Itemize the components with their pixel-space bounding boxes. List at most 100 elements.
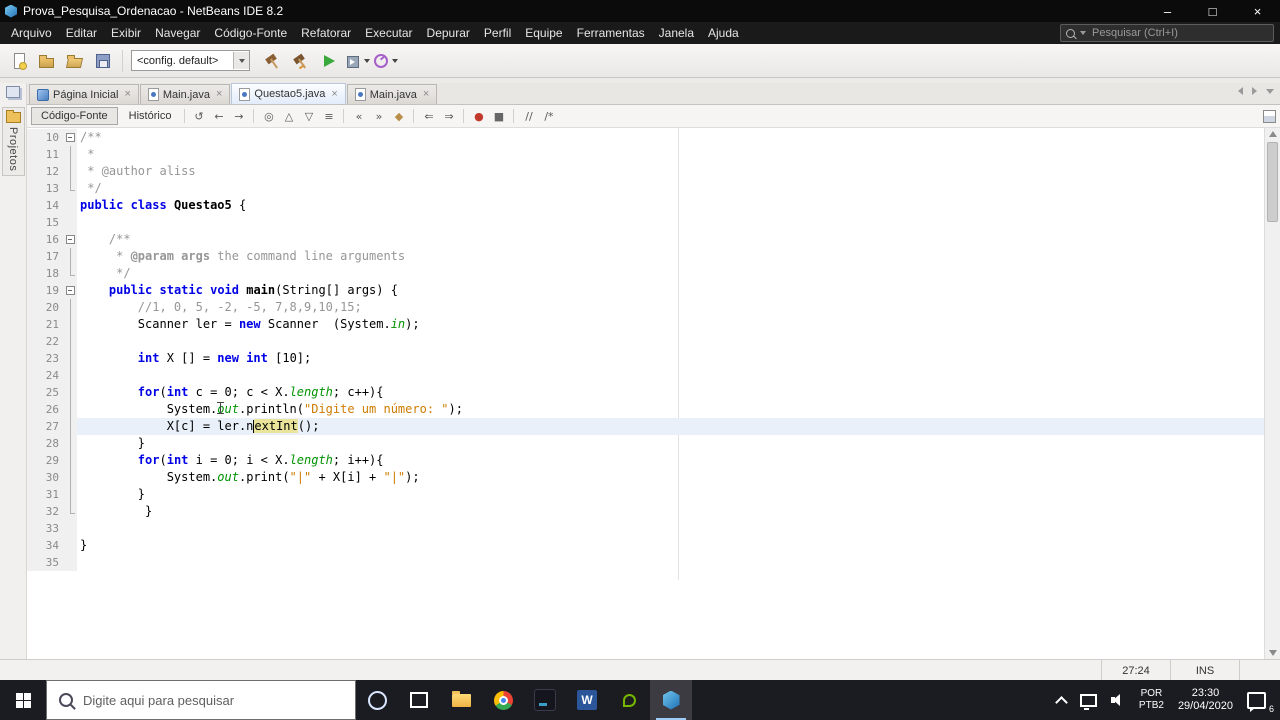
quick-search-input[interactable] <box>1090 26 1254 40</box>
tab-list-dropdown-icon[interactable] <box>1266 88 1274 94</box>
code-line-29[interactable]: 29 for(int i = 0; i < X.length; i++){ <box>27 452 1280 469</box>
maximize-button[interactable]: □ <box>1190 0 1235 22</box>
previous-bookmark-button[interactable]: « <box>349 108 368 124</box>
menu-navegar[interactable]: Navegar <box>148 24 207 42</box>
new-project-button[interactable] <box>34 48 60 74</box>
code-editor[interactable]: 10/** 11 * 12 * @author aliss 13 */14 public… <box>27 128 1280 659</box>
code-line-32[interactable]: 32 } <box>27 503 1280 520</box>
task-view-button[interactable] <box>398 680 440 720</box>
hidden-icons-button[interactable] <box>1050 680 1073 720</box>
tab-main-java[interactable]: Main.java × <box>346 84 438 104</box>
app-button-dark[interactable] <box>524 680 566 720</box>
search-dropdown-caret-icon[interactable] <box>1080 31 1086 35</box>
code-line-14[interactable]: 14 public class Questao5 { <box>27 197 1280 214</box>
find-next-button[interactable]: ▽ <box>299 108 318 124</box>
code-line-21[interactable]: 21 Scanner ler = new Scanner (System.in)… <box>27 316 1280 333</box>
menu-janela[interactable]: Janela <box>652 24 701 42</box>
code-line-20[interactable]: 20 //1, 0, 5, -2, -5, 7,8,9,10,15; <box>27 299 1280 316</box>
toggle-bookmark-button[interactable]: ◆ <box>389 108 408 124</box>
split-window-icon[interactable] <box>1263 109 1276 123</box>
config-combobox[interactable]: <config. default> <box>131 50 250 71</box>
taskbar-search-box[interactable] <box>46 680 356 720</box>
open-project-button[interactable] <box>62 48 88 74</box>
menu-refatorar[interactable]: Refatorar <box>294 24 358 42</box>
code-line-23[interactable]: 23 int X [] = new int [10]; <box>27 350 1280 367</box>
language-indicator[interactable]: POR PTB2 <box>1132 680 1171 720</box>
code-line-18[interactable]: 18 */ <box>27 265 1280 282</box>
stop-macro-recording-button[interactable]: ■ <box>489 108 508 124</box>
minimize-button[interactable]: – <box>1145 0 1190 22</box>
config-combobox-arrow-icon[interactable] <box>233 52 249 69</box>
tab-main-java[interactable]: Main.java × <box>139 84 231 104</box>
menu-exibir[interactable]: Exibir <box>104 24 148 42</box>
menu-executar[interactable]: Executar <box>358 24 419 42</box>
last-edit-position-button[interactable]: ↺ <box>189 108 208 124</box>
scrollbar-thumb[interactable] <box>1267 142 1278 222</box>
code-line-19[interactable]: 19 public static void main(String[] args… <box>27 282 1280 299</box>
code-line-11[interactable]: 11 * <box>27 146 1280 163</box>
word-button[interactable] <box>566 680 608 720</box>
code-line-22[interactable]: 22 <box>27 333 1280 350</box>
code-line-16[interactable]: 16 /** <box>27 231 1280 248</box>
menu-editar[interactable]: Editar <box>59 24 104 42</box>
code-line-13[interactable]: 13 */ <box>27 180 1280 197</box>
save-all-button[interactable] <box>90 48 116 74</box>
tab-p-gina-inicial[interactable]: Página Inicial × <box>29 84 139 104</box>
history-view-button[interactable]: Histórico <box>120 108 181 124</box>
menu-perfil[interactable]: Perfil <box>477 24 518 42</box>
fold-marker[interactable] <box>63 129 77 146</box>
menu-c-digo-fonte[interactable]: Código-Fonte <box>207 24 294 42</box>
cortana-button[interactable] <box>356 680 398 720</box>
quick-search-box[interactable] <box>1060 24 1274 42</box>
source-view-button[interactable]: Código-Fonte <box>31 107 118 125</box>
network-button[interactable] <box>1073 680 1104 720</box>
start-button[interactable] <box>0 680 46 720</box>
chrome-button[interactable] <box>482 680 524 720</box>
shift-line-right-button[interactable]: ⇒ <box>439 108 458 124</box>
tab-close-icon[interactable]: × <box>331 88 337 100</box>
forward-button[interactable]: → <box>229 108 248 124</box>
debug-project-button[interactable] <box>344 48 370 74</box>
back-button[interactable]: ← <box>209 108 228 124</box>
toggle-highlight-search-button[interactable]: ≡ <box>319 108 338 124</box>
tab-close-icon[interactable]: × <box>216 89 222 100</box>
clock[interactable]: 23:30 29/04/2020 <box>1171 680 1240 720</box>
taskbar-search-input[interactable] <box>81 691 335 709</box>
fold-marker[interactable] <box>63 282 77 299</box>
code-line-12[interactable]: 12 * @author aliss <box>27 163 1280 180</box>
file-explorer-button[interactable] <box>440 680 482 720</box>
run-project-button[interactable] <box>316 48 342 74</box>
code-line-24[interactable]: 24 <box>27 367 1280 384</box>
titlebar[interactable]: Prova_Pesquisa_Ordenacao - NetBeans IDE … <box>0 0 1280 22</box>
code-line-25[interactable]: 25 for(int c = 0; c < X.length; c++){ <box>27 384 1280 401</box>
find-previous-button[interactable]: △ <box>279 108 298 124</box>
profile-project-button[interactable] <box>372 48 398 74</box>
menu-equipe[interactable]: Equipe <box>518 24 569 42</box>
code-line-15[interactable]: 15 <box>27 214 1280 231</box>
tab-close-icon[interactable]: × <box>124 89 130 100</box>
tab-questao5-java[interactable]: Questao5.java × <box>231 83 346 104</box>
find-selection-button[interactable]: ◎ <box>259 108 278 124</box>
code-line-31[interactable]: 31 } <box>27 486 1280 503</box>
start-macro-recording-button[interactable]: ● <box>469 108 488 124</box>
code-line-17[interactable]: 17 * @param args the command line argume… <box>27 248 1280 265</box>
scrollbar-up-icon[interactable] <box>1269 131 1277 137</box>
code-line-33[interactable]: 33 <box>27 520 1280 537</box>
next-bookmark-button[interactable]: » <box>369 108 388 124</box>
comment-lines-button[interactable]: // <box>519 108 538 124</box>
close-button[interactable]: × <box>1235 0 1280 22</box>
code-line-26[interactable]: 26 System.out.println("Digite um número:… <box>27 401 1280 418</box>
nvidia-button[interactable] <box>608 680 650 720</box>
scrollbar-down-icon[interactable] <box>1269 650 1277 656</box>
new-file-button[interactable] <box>6 48 32 74</box>
shift-line-left-button[interactable]: ⇐ <box>419 108 438 124</box>
clean-build-button[interactable] <box>288 48 314 74</box>
code-line-35[interactable]: 35 <box>27 554 1280 571</box>
scroll-tabs-right-icon[interactable] <box>1252 87 1257 95</box>
build-project-button[interactable] <box>260 48 286 74</box>
menu-ferramentas[interactable]: Ferramentas <box>570 24 652 42</box>
code-line-28[interactable]: 28 } <box>27 435 1280 452</box>
action-center-button[interactable]: 6 <box>1240 680 1278 720</box>
scroll-tabs-left-icon[interactable] <box>1238 87 1243 95</box>
fold-marker[interactable] <box>63 231 77 248</box>
